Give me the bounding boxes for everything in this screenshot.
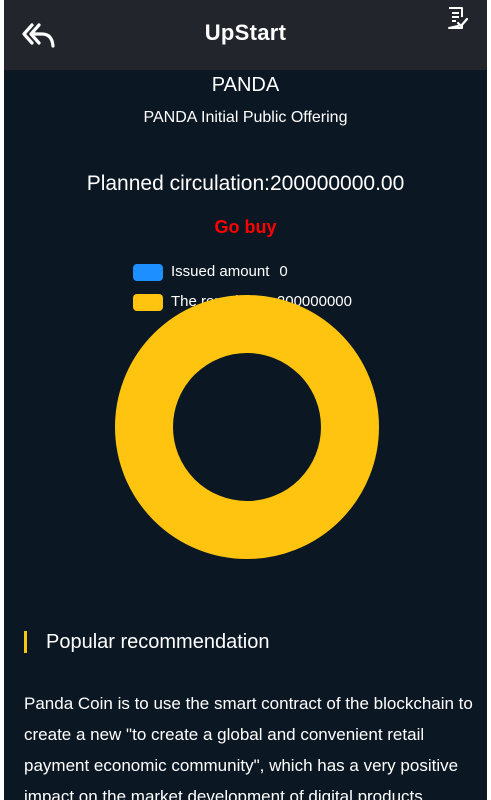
coin-description: Panda Coin is to use the smart contract … — [24, 694, 473, 800]
planned-circulation: Planned circulation:200000000.00 — [86, 172, 405, 195]
section-accent-bar — [24, 631, 27, 653]
distribution-donut-chart — [115, 295, 379, 559]
page-title: UpStart — [204, 20, 287, 45]
document-check-icon — [448, 7, 469, 29]
section-title: Popular recommendation — [46, 630, 270, 653]
legend-label-issued: Issued amount — [171, 263, 270, 280]
legend-item-issued[interactable]: Issued amount 0 — [133, 262, 352, 282]
section-header: Popular recommendation — [24, 630, 269, 654]
record-button[interactable] — [445, 6, 469, 30]
donut-slice-remaining[interactable] — [115, 295, 379, 559]
app-frame: UpStart PANDA PANDA Initial Public Offer… — [4, 0, 487, 800]
coin-name: PANDA — [211, 74, 280, 96]
coin-subtitle: PANDA Initial Public Offering — [143, 109, 348, 126]
legend-swatch-issued — [133, 263, 163, 281]
legend-value-issued: 0 — [279, 263, 288, 280]
top-bar: UpStart — [4, 0, 487, 70]
go-buy-link[interactable]: Go buy — [4, 217, 487, 238]
